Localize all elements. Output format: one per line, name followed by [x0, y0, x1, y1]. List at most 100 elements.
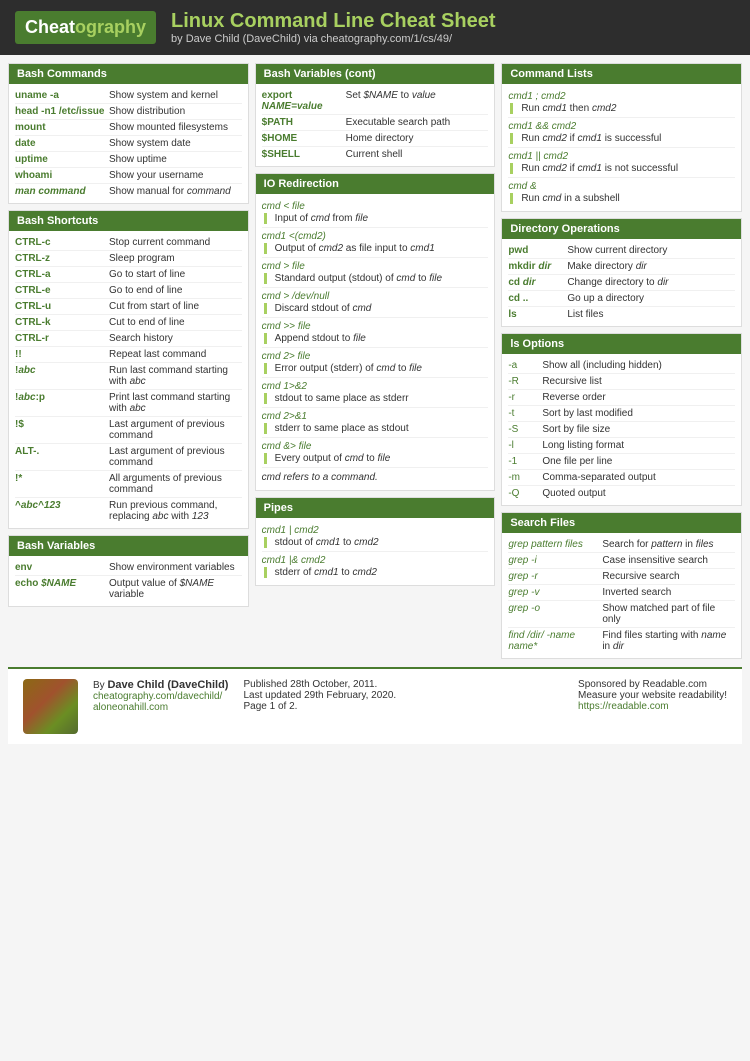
- cmd-key: pwd: [508, 245, 563, 256]
- author-site-link[interactable]: cheatography.com/davechild/: [93, 691, 222, 702]
- author-personal-link[interactable]: aloneonahill.com: [93, 702, 168, 713]
- table-row: -1 One file per line: [508, 454, 735, 470]
- cmd-desc: Run last command starting with abc: [109, 365, 242, 387]
- avatar: [23, 679, 78, 734]
- column-3: Command Lists cmd1 ; cmd2 Run cmd1 then …: [501, 63, 742, 659]
- cmd-key: $SHELL: [262, 149, 342, 160]
- cmd-desc: Search for pattern in files: [602, 539, 735, 550]
- cmd-desc: Output value of $NAME variable: [109, 578, 242, 600]
- ls-key: -a: [508, 360, 538, 371]
- cmd-key: $HOME: [262, 133, 342, 144]
- search-key: grep pattern files: [508, 539, 598, 550]
- table-row: mkdir dir Make directory dir: [508, 259, 735, 275]
- bash-shortcuts-section: Bash Shortcuts CTRL-c Stop current comma…: [8, 210, 249, 529]
- bash-variables-body: env Show environment variables echo $NAM…: [9, 556, 248, 606]
- cmd-desc: Search history: [109, 333, 242, 344]
- io-desc: stdout to same place as stderr: [264, 393, 489, 404]
- cmd-desc: Show all (including hidden): [542, 360, 735, 371]
- table-row: !* All arguments of previous command: [15, 471, 242, 498]
- ls-key: -m: [508, 472, 538, 483]
- command-lists-header: Command Lists: [502, 64, 741, 84]
- cmd-key: CTRL-k: [15, 317, 105, 328]
- main-content: Bash Commands uname -a Show system and k…: [0, 55, 750, 667]
- cmd-desc: Show system date: [109, 138, 242, 149]
- cmd-desc: Stop current command: [109, 237, 242, 248]
- cmd-key: mkdir dir: [508, 261, 563, 272]
- io-desc: Error output (stderr) of cmd to file: [264, 363, 489, 374]
- directory-ops-body: pwd Show current directory mkdir dir Mak…: [502, 239, 741, 326]
- cmd-key: echo $NAME: [15, 578, 105, 600]
- cmd-desc: Sort by file size: [542, 424, 735, 435]
- cmdlist-cmd: cmd1 || cmd2: [508, 151, 735, 162]
- table-row: CTRL-k Cut to end of line: [15, 315, 242, 331]
- bash-variables-section: Bash Variables env Show environment vari…: [8, 535, 249, 607]
- cmdlist-cmd: cmd1 ; cmd2: [508, 91, 735, 102]
- command-lists-body: cmd1 ; cmd2 Run cmd1 then cmd2 cmd1 && c…: [502, 84, 741, 211]
- bash-variables-cont-header: Bash Variables (cont): [256, 64, 495, 84]
- search-files-section: Search Files grep pattern files Search f…: [501, 512, 742, 659]
- cmd-desc: Last argument of previous command: [109, 446, 242, 468]
- logo: Cheatography: [15, 11, 156, 44]
- list-item: cmd 1>&2 stdout to same place as stderr: [262, 378, 489, 408]
- table-row: -r Reverse order: [508, 390, 735, 406]
- io-cmd: cmd >> file: [262, 321, 489, 332]
- io-redirection-header: IO Redirection: [256, 174, 495, 194]
- list-item: cmd1 || cmd2 Run cmd2 if cmd1 is not suc…: [508, 148, 735, 178]
- table-row: -S Sort by file size: [508, 422, 735, 438]
- table-row: $SHELL Current shell: [262, 147, 489, 162]
- pipe-cmd: cmd1 | cmd2: [262, 525, 489, 536]
- table-row: grep -r Recursive search: [508, 569, 735, 585]
- cmd-desc: All arguments of previous command: [109, 473, 242, 495]
- ls-key: -t: [508, 408, 538, 419]
- cmd-desc: Recursive search: [602, 571, 735, 582]
- cmdlist-desc: Run cmd in a subshell: [510, 193, 735, 204]
- table-row: -a Show all (including hidden): [508, 358, 735, 374]
- table-row: export NAME=value Set $NAME to value: [262, 88, 489, 115]
- cmd-desc: Reverse order: [542, 392, 735, 403]
- cmd-key: !$: [15, 419, 105, 441]
- table-row: -t Sort by last modified: [508, 406, 735, 422]
- cmd-key: CTRL-u: [15, 301, 105, 312]
- table-row: uname -a Show system and kernel: [15, 88, 242, 104]
- directory-ops-section: Directory Operations pwd Show current di…: [501, 218, 742, 327]
- ls-key: -Q: [508, 488, 538, 499]
- cmd-key: whoami: [15, 170, 105, 181]
- io-cmd: cmd 1>&2: [262, 381, 489, 392]
- table-row: uptime Show uptime: [15, 152, 242, 168]
- ls-options-header: ls Options: [502, 334, 741, 354]
- io-desc: Append stdout to file: [264, 333, 489, 344]
- table-row: mount Show mounted filesystems: [15, 120, 242, 136]
- sponsor-link[interactable]: https://readable.com: [578, 701, 669, 712]
- search-key: grep -v: [508, 587, 598, 598]
- cmd-desc: Last argument of previous command: [109, 419, 242, 441]
- cmd-key: cd ..: [508, 293, 563, 304]
- cmd-key: !!: [15, 349, 105, 360]
- table-row: whoami Show your username: [15, 168, 242, 184]
- list-item: cmd1 |& cmd2 stderr of cmd1 to cmd2: [262, 552, 489, 581]
- cmd-desc: Cut to end of line: [109, 317, 242, 328]
- cmd-desc: Show matched part of file only: [602, 603, 735, 625]
- cmd-desc: Show environment variables: [109, 562, 242, 573]
- cmd-key: man command: [15, 186, 105, 197]
- cmd-desc: Current shell: [346, 149, 489, 160]
- io-desc: Input of cmd from file: [264, 213, 489, 224]
- cmd-desc: Print last command starting with abc: [109, 392, 242, 414]
- io-cmd: cmd > file: [262, 261, 489, 272]
- sponsor-text: Sponsored by Readable.com: [578, 679, 727, 690]
- cmd-desc: Show distribution: [109, 106, 242, 117]
- cmd-key: CTRL-c: [15, 237, 105, 248]
- list-item: cmd & Run cmd in a subshell: [508, 178, 735, 207]
- cmd-desc: Show mounted filesystems: [109, 122, 242, 133]
- bash-shortcuts-body: CTRL-c Stop current command CTRL-z Sleep…: [9, 231, 248, 528]
- cmd-desc: Sleep program: [109, 253, 242, 264]
- cmd-desc: Quoted output: [542, 488, 735, 499]
- list-item: cmd 2> file Error output (stderr) of cmd…: [262, 348, 489, 378]
- io-cmd: cmd 2>&1: [262, 411, 489, 422]
- table-row: pwd Show current directory: [508, 243, 735, 259]
- cmd-key: CTRL-r: [15, 333, 105, 344]
- table-row: head -n1 /etc/issue Show distribution: [15, 104, 242, 120]
- table-row: CTRL-u Cut from start of line: [15, 299, 242, 315]
- ls-options-section: ls Options -a Show all (including hidden…: [501, 333, 742, 506]
- ls-options-body: -a Show all (including hidden) -R Recurs…: [502, 354, 741, 505]
- cmd-key: uptime: [15, 154, 105, 165]
